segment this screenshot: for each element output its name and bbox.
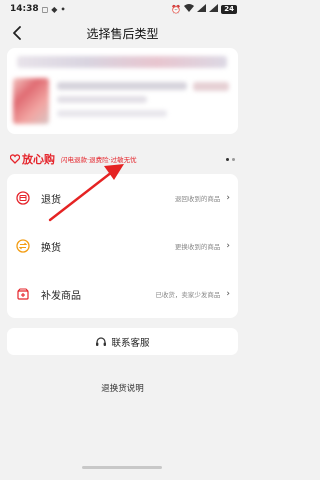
option-exchange[interactable]: 换货 更换收到的商品 › (7, 222, 238, 270)
product-card[interactable] (7, 48, 238, 134)
contact-service-label: 联系客服 (111, 337, 150, 349)
assurance-subtitle: 闪电退款·退费险·过敏无忧 (61, 156, 137, 164)
wifi-icon (184, 4, 195, 14)
option-desc: 退回收到的商品 (174, 195, 221, 203)
after-sale-options: 退货 退回收到的商品 › 换货 更换收到的商品 › 补发商品 已收货，卖家少发商… (7, 174, 238, 318)
more-notifications-icon: • (60, 4, 66, 14)
option-desc: 更换收到的商品 (174, 243, 221, 251)
chevron-right-icon: › (226, 193, 230, 203)
exchange-icon (15, 238, 31, 254)
option-label: 换货 (41, 242, 61, 254)
option-reissue[interactable]: 补发商品 已收货，卖家少发商品 › (7, 270, 238, 318)
carousel-dot (232, 157, 235, 161)
product-blur-line-3 (57, 96, 147, 103)
app-notification-icon: ◆ (51, 4, 58, 14)
home-indicator[interactable] (82, 466, 162, 469)
status-bar: 14:38 ◻ ◆ • ⏰ 24 (0, 0, 245, 18)
product-blur-line-1 (17, 56, 227, 68)
return-box-icon (15, 190, 31, 206)
chevron-right-icon: › (226, 289, 230, 299)
battery-indicator: 24 (221, 4, 237, 14)
assurance-logo-text: 放心购 (22, 153, 55, 166)
product-blur-line-2 (57, 82, 187, 90)
reissue-package-icon (15, 286, 31, 302)
assurance-banner: 放心购 闪电退款·退费险·过敏无忧 (10, 150, 235, 168)
nav-bar: 选择售后类型 (0, 18, 245, 48)
back-button[interactable] (8, 24, 26, 42)
page-title: 选择售后类型 (86, 26, 159, 41)
option-return[interactable]: 退货 退回收到的商品 › (7, 174, 238, 222)
signal-icon (197, 4, 207, 14)
contact-service-button[interactable]: 联系客服 (7, 328, 238, 355)
product-blur-line-4 (57, 110, 167, 117)
alarm-icon: ⏰ (171, 4, 182, 14)
back-arrow-icon (13, 26, 21, 40)
headset-icon (96, 336, 107, 346)
option-label: 退货 (41, 194, 61, 206)
product-blur-price (193, 82, 229, 91)
option-desc: 已收货，卖家少发商品 (155, 291, 221, 299)
option-label: 补发商品 (41, 290, 81, 302)
carousel-dots (226, 157, 235, 161)
heart-shield-icon (10, 154, 20, 164)
signal-icon-2 (209, 4, 219, 14)
carousel-dot-active (226, 157, 229, 161)
assurance-logo: 放心购 (10, 151, 55, 167)
chevron-right-icon: › (226, 241, 230, 251)
return-exchange-explanation-link[interactable]: 退换货说明 (0, 382, 245, 394)
status-time: 14:38 (10, 4, 39, 14)
notification-icon: ◻ (41, 4, 49, 14)
product-image (13, 78, 49, 124)
